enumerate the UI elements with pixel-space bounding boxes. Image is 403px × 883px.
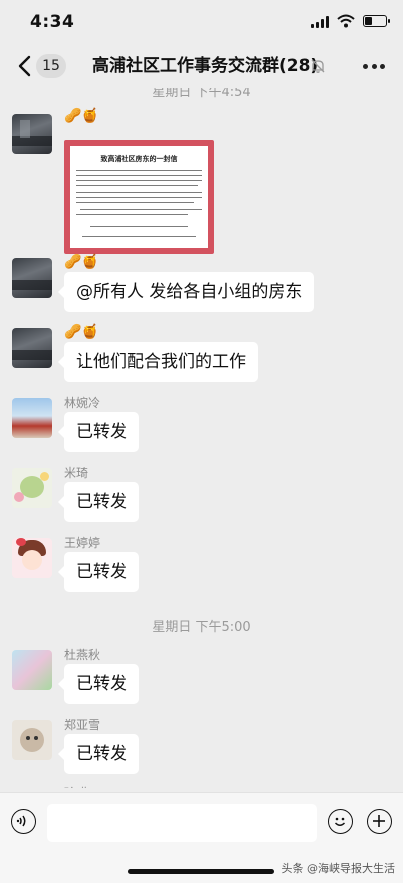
chat-header: 15 高浦社区工作事务交流群(28)	[0, 44, 403, 88]
message-bubble[interactable]: 已转发	[58, 482, 139, 522]
message-bubble[interactable]: 让他们配合我们的工作	[58, 342, 258, 382]
message-row: 王婷婷 已转发	[0, 532, 403, 598]
timestamp: 星期日 下午5:00	[152, 620, 251, 635]
unread-badge[interactable]: 15	[36, 54, 66, 78]
message-row: 玲哎	[0, 784, 403, 788]
wifi-icon	[337, 14, 355, 28]
sender-emoji: 🥜🍯	[64, 254, 99, 270]
message-bubble[interactable]: @所有人 发给各自小组的房东	[57, 272, 315, 312]
message-bubble[interactable]: 已转发	[58, 734, 139, 774]
status-time: 4:34	[30, 12, 75, 32]
back-arrow-icon[interactable]	[14, 54, 36, 78]
status-bar: 4:34	[0, 0, 403, 44]
avatar[interactable]	[12, 720, 52, 760]
watermark: 头条 @海峡导报大生活	[281, 862, 396, 875]
sender-name: 米琦	[64, 466, 89, 480]
avatar[interactable]	[12, 258, 52, 298]
sender-name: 杜燕秋	[64, 648, 101, 662]
sender-emoji: 🥜🍯	[64, 324, 99, 340]
letter-image[interactable]: 致高浦社区房东的一封信	[64, 140, 214, 254]
message-bubble[interactable]: 已转发	[58, 664, 139, 704]
avatar[interactable]	[12, 650, 52, 690]
home-area: 头条 @海峡导报大生活	[0, 852, 403, 883]
more-icon[interactable]	[363, 64, 385, 70]
avatar[interactable]	[12, 538, 52, 578]
sender-name: 郑亚雪	[64, 718, 101, 732]
message-row: 🥜🍯 让他们配合我们的工作	[0, 322, 403, 388]
input-bar	[0, 792, 403, 853]
message-row: 杜燕秋 已转发	[0, 644, 403, 710]
sender-name: 王婷婷	[64, 536, 101, 550]
message-row: 米琦 已转发	[0, 462, 403, 528]
signal-icon	[311, 16, 331, 28]
emoji-icon[interactable]	[328, 809, 353, 834]
message-bubble[interactable]: 已转发	[58, 552, 139, 592]
mute-bell-icon	[311, 59, 325, 73]
letter-title: 致高浦社区房东的一封信	[100, 154, 178, 163]
plus-icon[interactable]	[367, 809, 392, 834]
message-bubble[interactable]: 已转发	[58, 412, 139, 452]
message-image-letter: 🥜🍯 致高浦社区房东的一封信	[0, 102, 403, 262]
chat-title: 高浦社区工作事务交流群(28)	[92, 56, 319, 76]
message-row: 郑亚雪 已转发	[0, 714, 403, 780]
sender-name: 林婉冷	[64, 396, 101, 410]
timestamp: 星期日 下午4:54	[152, 88, 251, 100]
message-row: 林婉冷 已转发	[0, 392, 403, 458]
sender-name: 玲哎	[64, 784, 88, 788]
message-list[interactable]: 星期日 下午4:54 🥜🍯 致高浦社区房东的一封信 🥜🍯 @所有人 发给各自小组…	[0, 88, 403, 788]
battery-icon	[363, 15, 390, 27]
message-row: 🥜🍯 @所有人 发给各自小组的房东	[0, 252, 403, 318]
message-input[interactable]	[47, 804, 317, 842]
voice-icon[interactable]	[11, 809, 36, 834]
avatar[interactable]	[12, 328, 52, 368]
sender-emoji: 🥜🍯	[64, 108, 99, 124]
avatar[interactable]	[12, 398, 52, 438]
home-indicator[interactable]	[128, 869, 274, 874]
avatar[interactable]	[12, 468, 52, 508]
avatar[interactable]	[12, 114, 52, 154]
